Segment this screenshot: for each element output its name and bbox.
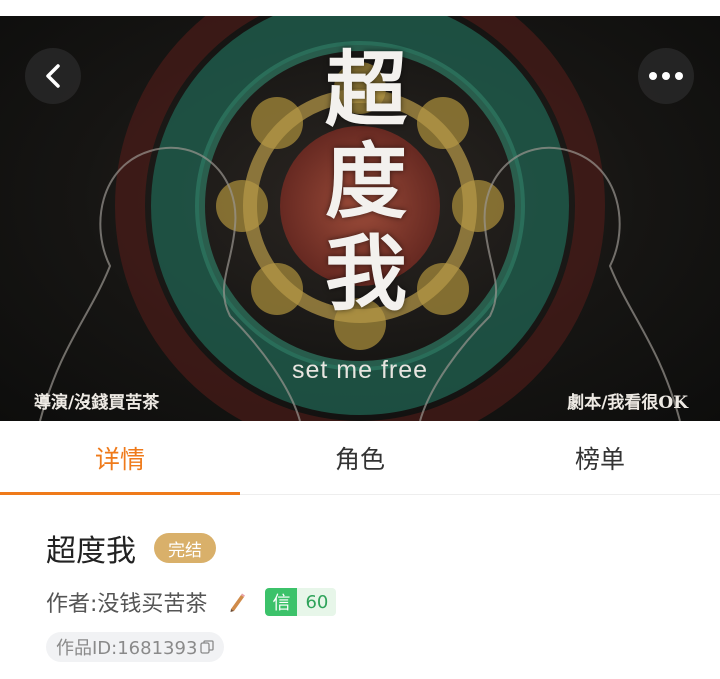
cover-title: 超 度 我 <box>316 44 416 320</box>
tab-bar: 详情 角色 榜单 <box>0 421 720 495</box>
tab-roles[interactable]: 角色 <box>240 421 480 494</box>
more-button[interactable] <box>638 48 694 104</box>
copy-icon <box>200 640 215 654</box>
author-name-link[interactable]: 没钱买苦茶 <box>97 586 207 618</box>
tab-details[interactable]: 详情 <box>0 421 240 495</box>
work-title-row: 超度我 完结 <box>46 528 336 569</box>
cover-subtitle: set me free <box>291 356 429 384</box>
work-info: 超度我 完结 作者: 没钱买苦茶 信 60 作品ID:1681393 <box>46 528 337 662</box>
tab-rankings[interactable]: 榜单 <box>480 421 720 494</box>
cover-title-char: 度 <box>324 134 407 230</box>
status-badge: 完结 <box>154 533 216 563</box>
credit-label: 信 <box>265 588 298 616</box>
back-button[interactable] <box>25 48 81 104</box>
credit-badge[interactable]: 信 60 <box>265 588 337 616</box>
pencil-icon <box>230 593 246 612</box>
more-dots-icon <box>649 72 683 80</box>
cover-title-char: 超 <box>324 42 407 138</box>
writer-credit: 劇本/我看很OK <box>567 393 688 413</box>
director-credit: 導演/沒錢買苦茶 <box>34 393 160 413</box>
work-id-chip[interactable]: 作品ID:1681393 <box>46 632 225 662</box>
work-title: 超度我 <box>46 534 136 569</box>
author-label: 作者: <box>46 592 98 617</box>
chevron-left-icon <box>46 64 60 88</box>
cover-title-char: 我 <box>324 226 407 322</box>
work-id: 作品ID:1681393 <box>56 638 198 659</box>
work-detail-page: 超 度 我 set me free 導演/沒錢買苦茶 劇本/我看很OK 详情 角… <box>0 0 720 679</box>
author-row: 作者: 没钱买苦茶 信 60 <box>46 586 337 618</box>
credit-score: 60 <box>297 588 337 616</box>
cover-banner: 超 度 我 set me free 導演/沒錢買苦茶 劇本/我看很OK <box>0 16 720 421</box>
